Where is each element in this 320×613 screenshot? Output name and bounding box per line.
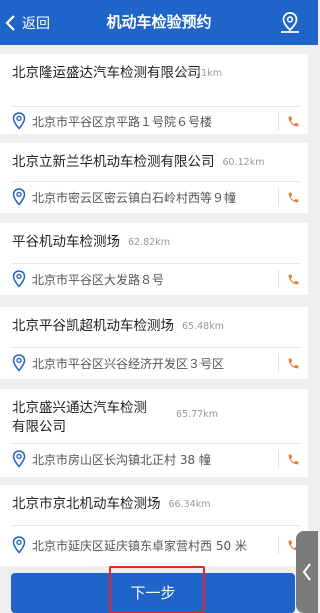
divider [12, 263, 300, 264]
station-name: 北京隆运盛达汽车检测有限公司 [12, 65, 201, 81]
map-pin-icon [12, 450, 26, 468]
station-distance: 62.82km [128, 237, 170, 248]
station-distance: 60.12km [222, 157, 265, 168]
phone-separator [278, 112, 279, 130]
station-address: 北京市房山区长沟镇北正村 38 幢 [32, 452, 211, 467]
station-card[interactable]: 北京盛兴通达汽车检测有限公司 65.77km 北京市房山区长沟镇北正村 38 幢 [0, 389, 308, 477]
map-pin-icon [12, 354, 26, 372]
station-name: 北京市京北机动车检测场 [12, 496, 161, 512]
phone-separator [278, 188, 279, 206]
station-distance: 65.77km [176, 409, 218, 420]
phone-separator [278, 270, 279, 288]
station-distance: 65.48km [182, 321, 224, 332]
station-address: 北京市密云区密云镇白石岭村西等９幢 [32, 190, 237, 205]
phone-separator [278, 450, 279, 468]
divider [12, 181, 300, 182]
phone-icon[interactable] [287, 357, 300, 370]
station-card[interactable]: 北京隆运盛达汽车检测有限公司 57.71km 北京市平谷区京平路１号院６号楼 [0, 54, 308, 134]
location-icon[interactable] [278, 11, 302, 35]
map-pin-icon [12, 112, 26, 130]
station-card[interactable]: 北京立新兰华机动车检测有限公司 60.12km 北京市密云区密云镇白石岭村西等９… [0, 143, 308, 213]
station-distance: 66.34km [168, 499, 211, 510]
station-card[interactable]: 北京市京北机动车检测场 66.34km 北京市延庆区延庆镇东卓家营村西 50 米 [0, 485, 308, 566]
station-name: 平谷机动车检测场 [12, 234, 120, 250]
side-drawer-handle[interactable] [296, 531, 318, 613]
footer-bar: 下一步 [0, 566, 318, 613]
phone-icon[interactable] [287, 191, 300, 204]
divider [12, 525, 300, 526]
map-pin-icon [12, 188, 26, 206]
divider [12, 347, 300, 348]
station-card[interactable]: 北京平谷凯超机动车检测场 65.48km 北京市平谷区兴谷经济开发区３号区 [0, 307, 308, 379]
station-distance: 57.71km [180, 68, 222, 79]
app-header: 返回 机动车检验预约 [0, 0, 318, 45]
divider [12, 443, 300, 444]
back-label: 返回 [22, 15, 50, 32]
phone-icon[interactable] [287, 273, 300, 286]
station-address: 北京市平谷区大发路８号 [32, 272, 165, 287]
phone-separator [278, 354, 279, 372]
back-button[interactable]: 返回 [4, 0, 50, 45]
station-address: 北京市平谷区兴谷经济开发区３号区 [32, 356, 225, 371]
map-pin-icon [12, 536, 26, 554]
next-step-button[interactable]: 下一步 [11, 573, 295, 613]
station-name: 北京平谷凯超机动车检测场 [12, 318, 174, 334]
phone-separator [278, 536, 279, 554]
station-name: 北京盛兴通达汽车检测有限公司 [12, 400, 147, 435]
phone-icon[interactable] [287, 115, 300, 128]
station-name: 北京立新兰华机动车检测有限公司 [12, 154, 215, 170]
chevron-left-icon [5, 14, 15, 31]
map-pin-icon [12, 270, 26, 288]
station-card[interactable]: 平谷机动车检测场 62.82km 北京市平谷区大发路８号 [0, 223, 308, 295]
station-address: 北京市平谷区京平路１号院６号楼 [32, 114, 213, 129]
station-address: 北京市延庆区延庆镇东卓家营村西 50 米 [32, 538, 247, 553]
phone-icon[interactable] [287, 453, 300, 466]
chevron-left-icon [302, 563, 311, 581]
